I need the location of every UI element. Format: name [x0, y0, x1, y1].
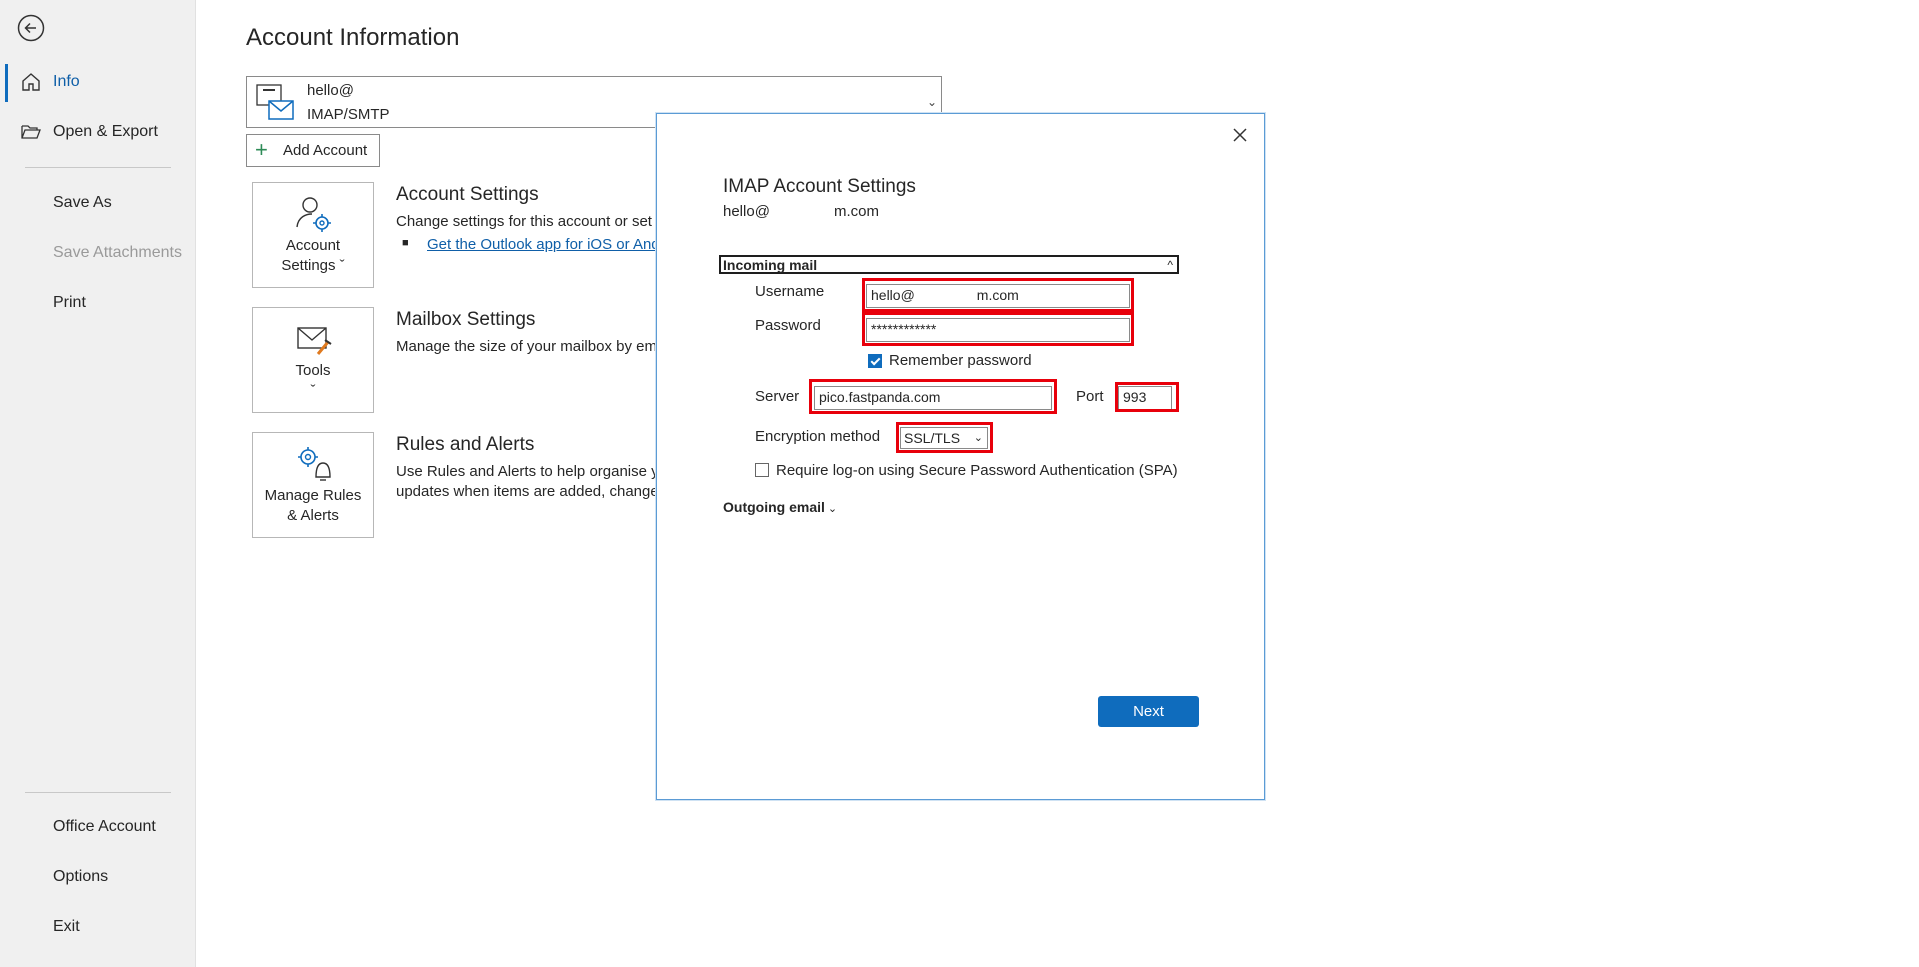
spa-label: Require log-on using Secure Password Aut… — [776, 462, 1178, 479]
sidebar-item-options[interactable]: Options — [0, 857, 195, 897]
sidebar-item-label: Save As — [53, 194, 112, 211]
server-label: Server — [755, 388, 800, 405]
rules-alerts-icon — [294, 445, 334, 485]
email-suffix: m.com — [834, 203, 879, 220]
tile-label-line: ˇ — [310, 382, 316, 399]
chevron-down-icon: ⌄ — [926, 95, 937, 109]
section-title: Account Settings — [396, 184, 539, 205]
sidebar-item-open-export[interactable]: Open & Export — [0, 112, 195, 152]
divider — [25, 792, 171, 793]
bullet: ■ — [402, 237, 409, 249]
divider — [25, 167, 171, 168]
tile-label-line: Account — [285, 237, 341, 254]
account-settings-button[interactable]: Account Settings ˇ — [252, 182, 374, 288]
sidebar-item-label: Open & Export — [53, 123, 158, 140]
home-icon — [20, 72, 42, 92]
account-type: IMAP/SMTP — [307, 106, 390, 123]
sidebar-item-print[interactable]: Print — [0, 283, 195, 323]
username-label: Username — [755, 283, 825, 300]
encryption-label: Encryption method — [755, 428, 881, 445]
email-prefix: hello@ — [723, 203, 770, 220]
sidebar-item-label: Exit — [53, 918, 80, 935]
remember-password-label: Remember password — [889, 352, 1032, 369]
sidebar-item-label: Print — [53, 294, 86, 311]
sidebar-item-label: Office Account — [53, 818, 156, 835]
add-account-button[interactable]: + Add Account — [246, 134, 380, 167]
account-settings-icon — [294, 195, 334, 235]
tile-label-line: Manage Rules — [264, 487, 362, 504]
remember-password-checkbox[interactable] — [868, 354, 882, 368]
section-text: updates when items are added, change — [396, 483, 658, 500]
sidebar-item-label: Info — [53, 73, 80, 90]
highlight-box — [809, 379, 1057, 414]
tools-button[interactable]: Tools ˇ — [252, 307, 374, 413]
password-label: Password — [755, 317, 821, 334]
sidebar-item-save-attachments: Save Attachments — [0, 233, 195, 273]
section-text: Manage the size of your mailbox by em — [396, 338, 657, 355]
dialog-email: hello@ m.com — [723, 203, 879, 220]
section-title: Mailbox Settings — [396, 309, 536, 330]
tile-label: Account Settings ˇ — [253, 236, 373, 276]
imap-settings-dialog: IMAP Account Settings hello@ m.com Incom… — [656, 113, 1265, 800]
sidebar-item-save-as[interactable]: Save As — [0, 183, 195, 223]
highlight-box — [896, 422, 993, 453]
backstage-sidebar: Info Open & Export Save As Save Attachme… — [0, 0, 196, 967]
sidebar-item-office-account[interactable]: Office Account — [0, 807, 195, 847]
outgoing-email-section-header[interactable]: Outgoing email ⌄ — [723, 499, 837, 515]
sidebar-item-label: Options — [53, 868, 109, 885]
next-button[interactable]: Next — [1098, 696, 1199, 727]
plus-icon: + — [255, 137, 268, 162]
tile-label: Tools ˇ — [253, 361, 373, 401]
highlight-box — [862, 278, 1134, 312]
tile-label-line: Settings ˇ — [281, 257, 345, 274]
section-header-label: Outgoing email — [723, 499, 825, 515]
section-title: Rules and Alerts — [396, 434, 535, 455]
mail-account-icon — [255, 83, 295, 123]
manage-rules-alerts-button[interactable]: Manage Rules & Alerts — [252, 432, 374, 538]
spa-checkbox[interactable] — [755, 463, 769, 477]
close-icon[interactable] — [1228, 123, 1252, 147]
account-email: hello@ — [307, 82, 354, 99]
incoming-mail-section-header[interactable]: Incoming mail ^ — [719, 255, 1179, 274]
tile-label-line: Tools — [295, 362, 331, 379]
dialog-title: IMAP Account Settings — [723, 176, 916, 197]
sidebar-item-exit[interactable]: Exit — [0, 907, 195, 947]
section-text: Change settings for this account or set … — [396, 213, 658, 230]
chevron-down-icon: ⌄ — [827, 503, 838, 515]
add-account-label: Add Account — [283, 142, 368, 159]
page-title: Account Information — [246, 24, 460, 51]
sidebar-item-label: Save Attachments — [53, 244, 182, 261]
tools-icon — [294, 320, 334, 360]
section-text: Use Rules and Alerts to help organise yo — [396, 463, 658, 480]
section-header-label: Incoming mail — [723, 257, 818, 273]
highlight-box — [862, 312, 1134, 346]
chevron-up-icon: ^ — [1167, 258, 1173, 272]
outlook-app-link[interactable]: Get the Outlook app for iOS or And — [427, 236, 659, 253]
port-label: Port — [1076, 388, 1104, 405]
tile-label: Manage Rules & Alerts — [253, 486, 373, 526]
folder-open-icon — [20, 122, 42, 142]
highlight-box — [1115, 382, 1179, 412]
tile-label-line: & Alerts — [287, 507, 339, 524]
back-arrow-icon[interactable] — [16, 13, 46, 43]
sidebar-item-info[interactable]: Info — [0, 62, 195, 102]
